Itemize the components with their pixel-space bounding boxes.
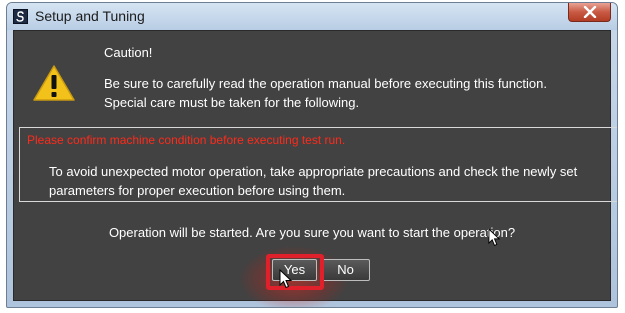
mouse-cursor-icon [488,228,501,246]
dialog-body: Caution! Be sure to carefully read the o… [13,30,617,307]
confirmation-question: Operation will be started. Are you sure … [108,225,516,240]
notice-line-2: parameters for proper execution before u… [49,183,346,198]
close-icon [583,6,597,18]
warning-icon [33,65,75,101]
app-icon [13,9,28,24]
title-bar[interactable]: Setup and Tuning [7,3,617,30]
mouse-cursor-icon [279,269,293,289]
no-button[interactable]: No [321,259,370,281]
notice-heading: Please confirm machine condition before … [27,133,346,147]
caution-heading: Caution! [104,45,153,60]
yes-button-highlight-box [266,254,324,290]
close-button[interactable] [568,3,611,22]
window-title: Setup and Tuning [35,8,145,24]
notice-text: To avoid unexpected motor operation, tak… [49,162,617,200]
notice-line-1: To avoid unexpected motor operation, tak… [49,164,578,179]
caution-message-line-2: Special care must be taken for the follo… [104,95,360,110]
notice-box: Please confirm machine condition before … [19,127,617,202]
caution-message: Be sure to carefully read the operation … [104,74,604,112]
setup-tuning-dialog: Setup and Tuning Caution! Be sure to car… [6,2,618,308]
caution-message-line-1: Be sure to carefully read the operation … [104,76,547,91]
